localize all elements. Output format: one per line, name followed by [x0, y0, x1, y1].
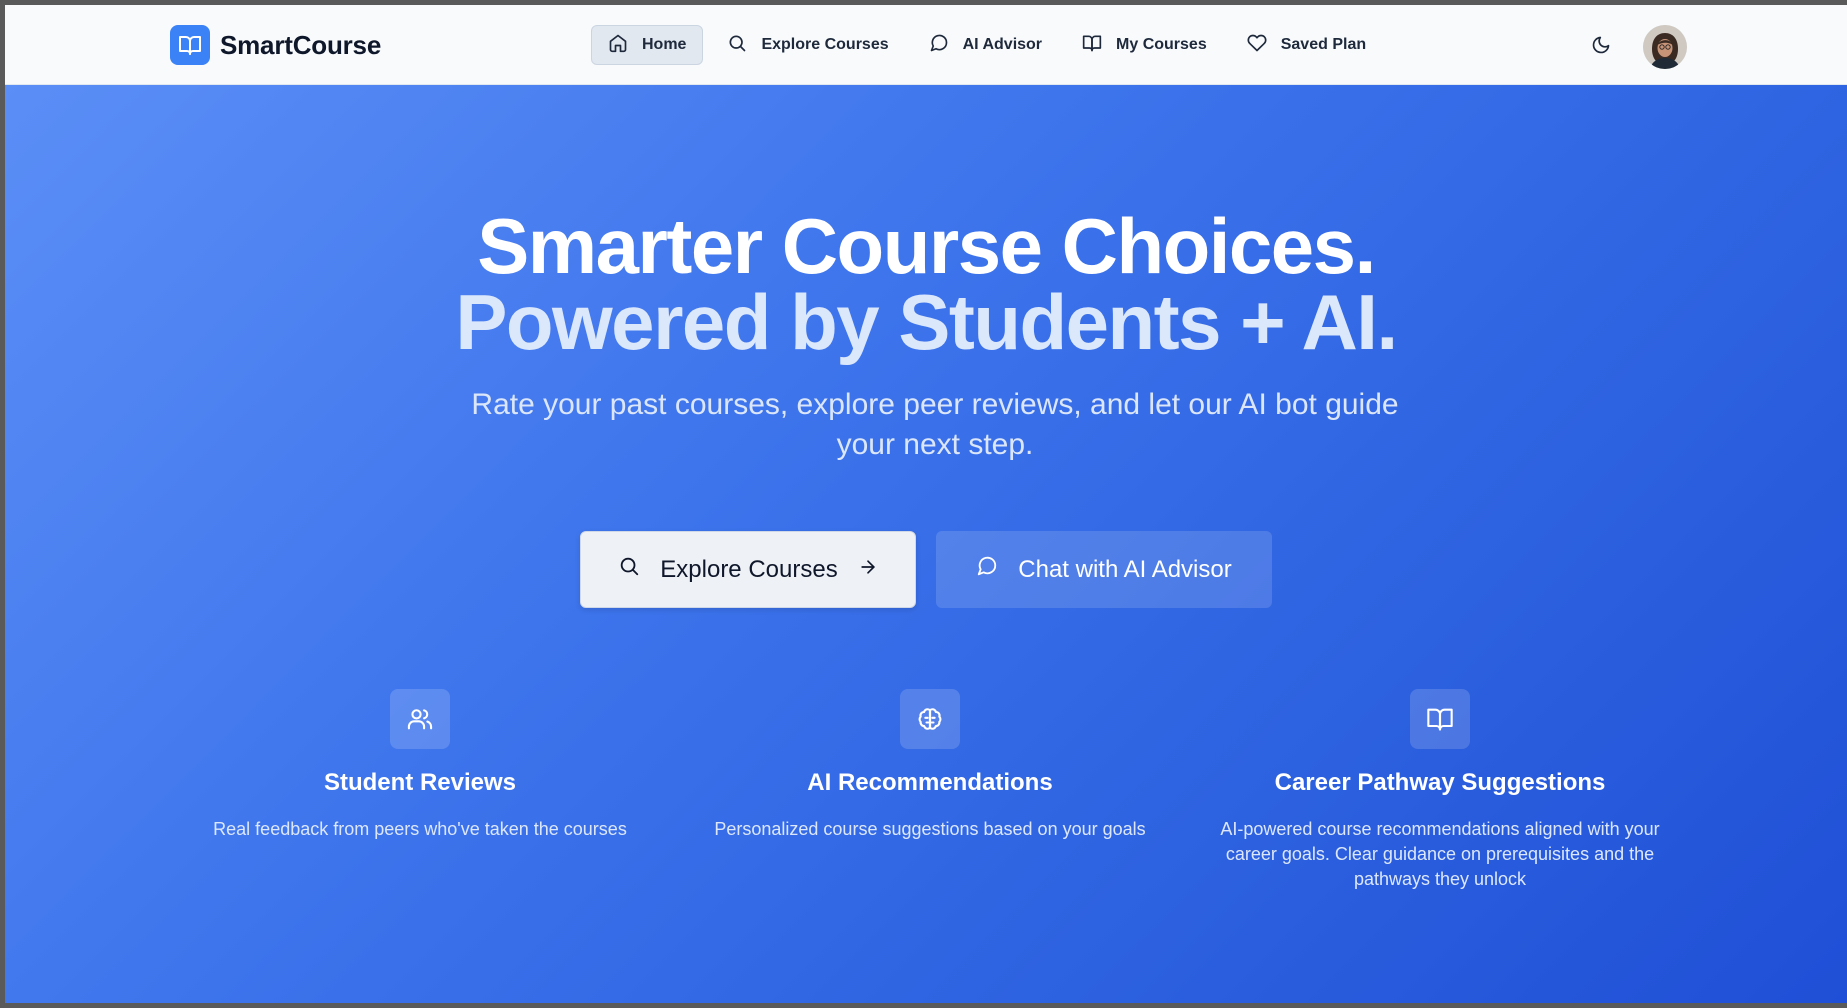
nav-item-label: Home: [642, 36, 687, 53]
nav-item-explore-courses[interactable]: Explore Courses: [711, 25, 904, 65]
feature-title: Career Pathway Suggestions: [1274, 769, 1606, 796]
hero-subtitle: Rate your past courses, explore peer rev…: [471, 388, 1399, 461]
chat-with-ai-advisor-button[interactable]: Chat with AI Advisor: [936, 531, 1272, 608]
feature-title: AI Recommendations: [807, 769, 1053, 796]
app-window: SmartCourse Home Explore Courses AI Advi…: [5, 5, 1847, 1003]
heart-icon: [1247, 33, 1267, 58]
nav-actions: [1581, 25, 1687, 69]
moon-icon: [1591, 35, 1611, 60]
explore-courses-label: Explore Courses: [660, 555, 838, 583]
avatar[interactable]: [1643, 25, 1687, 69]
brain-icon: [900, 689, 960, 749]
nav-item-label: My Courses: [1116, 36, 1207, 53]
nav-item-label: AI Advisor: [962, 36, 1043, 53]
chat-bubble-icon: [976, 555, 998, 584]
hero-section: Smarter Course Choices. Powered by Stude…: [5, 85, 1847, 1003]
nav-item-saved-plan[interactable]: Saved Plan: [1231, 25, 1382, 65]
home-icon: [608, 33, 628, 58]
headline-line-2: Powered by Students + AI.: [455, 278, 1398, 366]
users-icon: [390, 689, 450, 749]
feature-career-pathway-suggestions: Career Pathway Suggestions AI-powered co…: [1200, 689, 1680, 892]
book-open-icon: [1410, 689, 1470, 749]
nav-item-label: Saved Plan: [1280, 36, 1367, 53]
nav-item-my-courses[interactable]: My Courses: [1066, 25, 1223, 65]
feature-ai-recommendations: AI Recommendations Personalized course s…: [690, 689, 1170, 892]
nav-item-ai-advisor[interactable]: AI Advisor: [913, 25, 1058, 65]
feature-description: AI-powered course recommendations aligne…: [1220, 819, 1660, 889]
brand-name: SmartCourse: [220, 29, 382, 60]
hero-headline: Smarter Course Choices. Powered by Stude…: [5, 202, 1847, 366]
top-navbar: SmartCourse Home Explore Courses AI Advi…: [5, 5, 1847, 85]
hero-cta-group: Explore Courses Chat with AI Advisor: [5, 531, 1847, 608]
feature-description: Real feedback from peers who've taken th…: [213, 819, 627, 839]
explore-courses-button[interactable]: Explore Courses: [580, 531, 916, 608]
feature-student-reviews: Student Reviews Real feedback from peers…: [180, 689, 660, 892]
main-nav: Home Explore Courses AI Advisor My Cours…: [591, 25, 1382, 65]
arrow-right-icon: [858, 556, 878, 584]
chat-with-ai-advisor-label: Chat with AI Advisor: [1018, 555, 1232, 583]
feature-list: Student Reviews Real feedback from peers…: [180, 689, 1680, 892]
brand-home-link[interactable]: SmartCourse: [170, 25, 381, 65]
headline-line-1: Smarter Course Choices.: [477, 202, 1376, 290]
search-icon: [727, 33, 747, 58]
book-open-icon: [1082, 33, 1102, 58]
nav-item-label: Explore Courses: [761, 36, 889, 53]
book-open-icon: [170, 25, 210, 65]
theme-toggle-button[interactable]: [1581, 27, 1621, 67]
chat-bubble-icon: [929, 33, 949, 58]
search-icon: [618, 555, 640, 584]
feature-description: Personalized course suggestions based on…: [714, 819, 1146, 839]
nav-item-home[interactable]: Home: [591, 25, 704, 65]
feature-title: Student Reviews: [323, 769, 517, 796]
